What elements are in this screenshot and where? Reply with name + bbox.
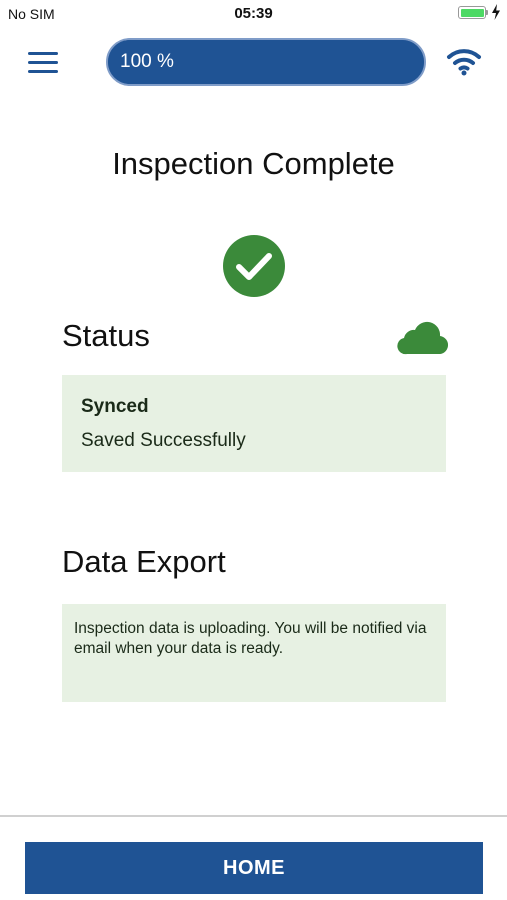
menu-button[interactable] — [28, 52, 58, 74]
footer-divider — [0, 815, 507, 817]
menu-bar — [28, 70, 58, 73]
battery-level — [460, 8, 484, 17]
export-panel: Inspection data is uploading. You will b… — [62, 604, 446, 702]
battery-cap — [486, 10, 488, 15]
status-panel: Synced Saved Successfully — [62, 375, 446, 472]
menu-bar — [28, 61, 58, 64]
status-bar: No SIM 05:39 — [0, 0, 507, 28]
cloud-icon — [397, 321, 448, 355]
menu-bar — [28, 52, 58, 55]
clock: 05:39 — [234, 5, 273, 22]
status-section-title: Status — [62, 318, 150, 353]
progress-text: 100 % — [120, 51, 174, 72]
wifi-icon[interactable] — [446, 46, 482, 78]
data-export-section-title: Data Export — [62, 544, 226, 579]
page-title: Inspection Complete — [112, 146, 395, 181]
save-status: Saved Successfully — [81, 430, 246, 451]
upload-progress-bar: 100 % — [106, 38, 426, 86]
charging-bolt-icon — [492, 4, 500, 20]
battery-icon — [458, 6, 486, 19]
sync-status: Synced — [81, 396, 149, 417]
home-button[interactable]: HOME — [25, 842, 483, 894]
export-message: Inspection data is uploading. You will b… — [74, 620, 427, 657]
check-circle-icon — [223, 235, 285, 297]
